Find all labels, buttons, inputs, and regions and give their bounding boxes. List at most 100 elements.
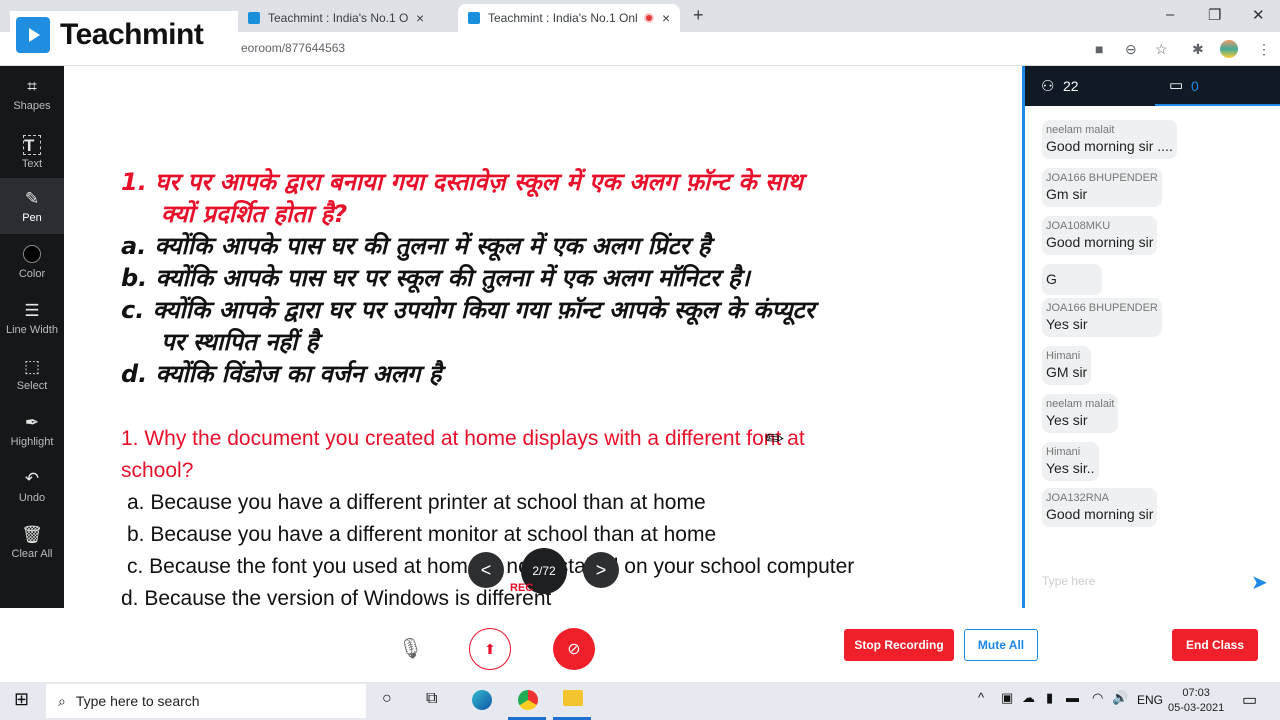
stop-recording-button[interactable]: Stop Recording [844,629,954,661]
messages-count[interactable]: 0 [1191,78,1199,94]
bookmark-star-icon[interactable]: ☆ [1155,41,1168,58]
show-hidden-icons[interactable]: ^ [978,690,984,705]
hindi-option-d: d. क्योंकि विंडोज का वर्जन अलग है [121,360,442,388]
tool-label: Undo [18,491,46,504]
trash-icon: 🗑 [21,524,43,544]
file-explorer-icon[interactable] [563,690,583,706]
screen-share-button[interactable]: ⬆ [469,628,511,670]
hindi-option-a: a. क्योंकि आपके पास घर की तुलना में स्कू… [121,232,711,260]
class-controls-bar: 🎙 ⬆ ⊘ Stop Recording Mute All End Class [0,608,1280,682]
tool-label: Highlight [10,435,54,448]
tool-line-width[interactable]: ☰ Line Width [0,290,64,346]
edge-icon[interactable] [472,690,492,710]
chat-panel: ⚇ 22 ▭ 0 neelam malait Good morning sir … [1022,66,1280,608]
hindi-option-c: c. क्योंकि आपके द्वारा घर पर उपयोग किया … [121,296,815,324]
tool-color[interactable]: Color [0,234,64,290]
message-sender: Himani [1046,350,1081,362]
search-icon: ⌕ [58,692,66,709]
select-icon: ⬚ [23,356,41,376]
zoom-out-icon[interactable]: ⊖ [1125,41,1137,58]
battery-icon[interactable]: ▬ [1066,690,1079,705]
browser-tab-active[interactable]: Teachmint : India's No.1 Onl × [458,4,681,32]
message-sender: Himani [1046,446,1081,458]
text-icon: T [23,134,41,155]
tool-pen[interactable]: ✎ Pen [0,178,64,234]
prev-slide-button[interactable]: < [468,552,504,588]
cortana-icon[interactable]: ○ [382,690,392,708]
url-field[interactable]: eoroom/877644563 [241,41,345,55]
close-window-button[interactable]: ✕ [1252,6,1265,24]
minimize-button[interactable]: – [1166,6,1174,23]
video-off-button[interactable]: ⊘ [553,628,595,670]
new-tab-button[interactable]: + [693,5,704,26]
chat-message: JOA108MKU Good morning sir [1042,216,1158,255]
tool-label: Line Width [6,323,58,336]
search-placeholder: Type here to search [75,693,200,709]
browser-menu-icon[interactable]: ⋮ [1257,41,1271,58]
message-sender: JOA166 BHUPENDER [1046,172,1158,184]
clock-time: 07:03 [1182,687,1210,699]
message-sender: neelam malait [1046,398,1115,410]
maximize-button[interactable]: ❐ [1208,6,1221,24]
end-class-button[interactable]: End Class [1172,629,1258,661]
camera-icon[interactable]: ■ [1095,41,1103,57]
hindi-question-line2: क्यों प्रदर्शित होता है? [161,200,348,228]
send-icon[interactable]: ➤ [1251,570,1268,595]
browser-tab[interactable]: Teachmint : India's No.1 Online I × [238,4,434,32]
chat-message: Himani GM sir [1042,346,1092,385]
tool-shapes[interactable]: ⌗ Shapes [0,66,64,122]
participants-count[interactable]: 22 [1063,78,1079,94]
wifi-icon[interactable]: ◠ [1092,690,1103,706]
meet-now-icon[interactable]: ▣ [1001,690,1013,706]
message-text: G [1046,271,1057,287]
notification-center-icon[interactable]: ▭ [1242,690,1257,710]
task-view-icon[interactable]: ⧉ [426,690,437,708]
mute-all-button[interactable]: Mute All [964,629,1038,661]
tool-label: Pen [22,211,42,224]
taskbar-search[interactable]: ⌕ Type here to search [46,684,366,718]
whiteboard-slide[interactable]: 1. घर पर आपके द्वारा बनाया गया दस्तावेज़… [64,66,1022,608]
chat-bubble-icon[interactable]: ▭ [1169,76,1183,94]
chat-message: JOA166 BHUPENDER Gm sir [1042,168,1162,207]
chat-message: JOA132RNA Good morning sir [1042,488,1158,527]
message-sender: neelam malait [1046,124,1115,136]
tool-clear-all[interactable]: 🗑 Clear All [0,514,64,570]
rec-badge: REC [510,582,534,594]
tool-label: Select [16,379,48,392]
teachmint-favicon-icon [468,12,480,24]
extensions-icon[interactable]: ✱ [1192,41,1204,58]
close-tab-icon[interactable]: × [662,10,670,26]
close-tab-icon[interactable]: × [416,10,424,26]
profile-avatar[interactable] [1220,40,1238,58]
tool-label: Shapes [13,99,51,112]
tool-label: Color [18,267,46,280]
color-icon [23,244,41,265]
chrome-icon[interactable] [518,690,538,710]
tool-undo[interactable]: ↶ Undo [0,458,64,514]
next-slide-button[interactable]: > [583,552,619,588]
volume-icon[interactable]: 🔊 [1112,690,1128,706]
system-clock[interactable]: 07:03 05-03-2021 [1168,686,1224,716]
chat-input[interactable]: Type here [1042,574,1095,588]
message-sender: JOA166 BHUPENDER [1046,302,1158,314]
message-text: Gm sir [1046,186,1088,202]
chat-message: G [1042,264,1102,295]
highlight-icon: ✒ [24,412,40,432]
tab-title: Teachmint : India's No.1 Onl [488,11,638,25]
chat-message: neelam malait Yes sir [1042,394,1119,433]
tool-select[interactable]: ⬚ Select [0,346,64,402]
windows-start-icon[interactable]: ⊞ [14,689,29,710]
hindi-option-b: b. क्योंकि आपके पास घर पर स्कूल की तुलना… [121,264,750,292]
microphone-icon[interactable]: 🎙 [398,636,423,661]
mic-tray-icon[interactable]: ▮ [1046,690,1053,706]
language-indicator[interactable]: ENG [1137,693,1163,707]
tool-text[interactable]: T Text [0,124,64,180]
onedrive-icon[interactable]: ☁ [1022,690,1035,706]
message-text: Yes sir.. [1046,460,1095,476]
undo-icon: ↶ [24,468,40,488]
chat-message: neelam malait Good morning sir .... [1042,120,1177,159]
shapes-icon: ⌗ [27,76,37,96]
teachmint-logo-icon [16,17,50,53]
participants-icon[interactable]: ⚇ [1041,77,1054,95]
tool-highlight[interactable]: ✒ Highlight [0,402,64,458]
